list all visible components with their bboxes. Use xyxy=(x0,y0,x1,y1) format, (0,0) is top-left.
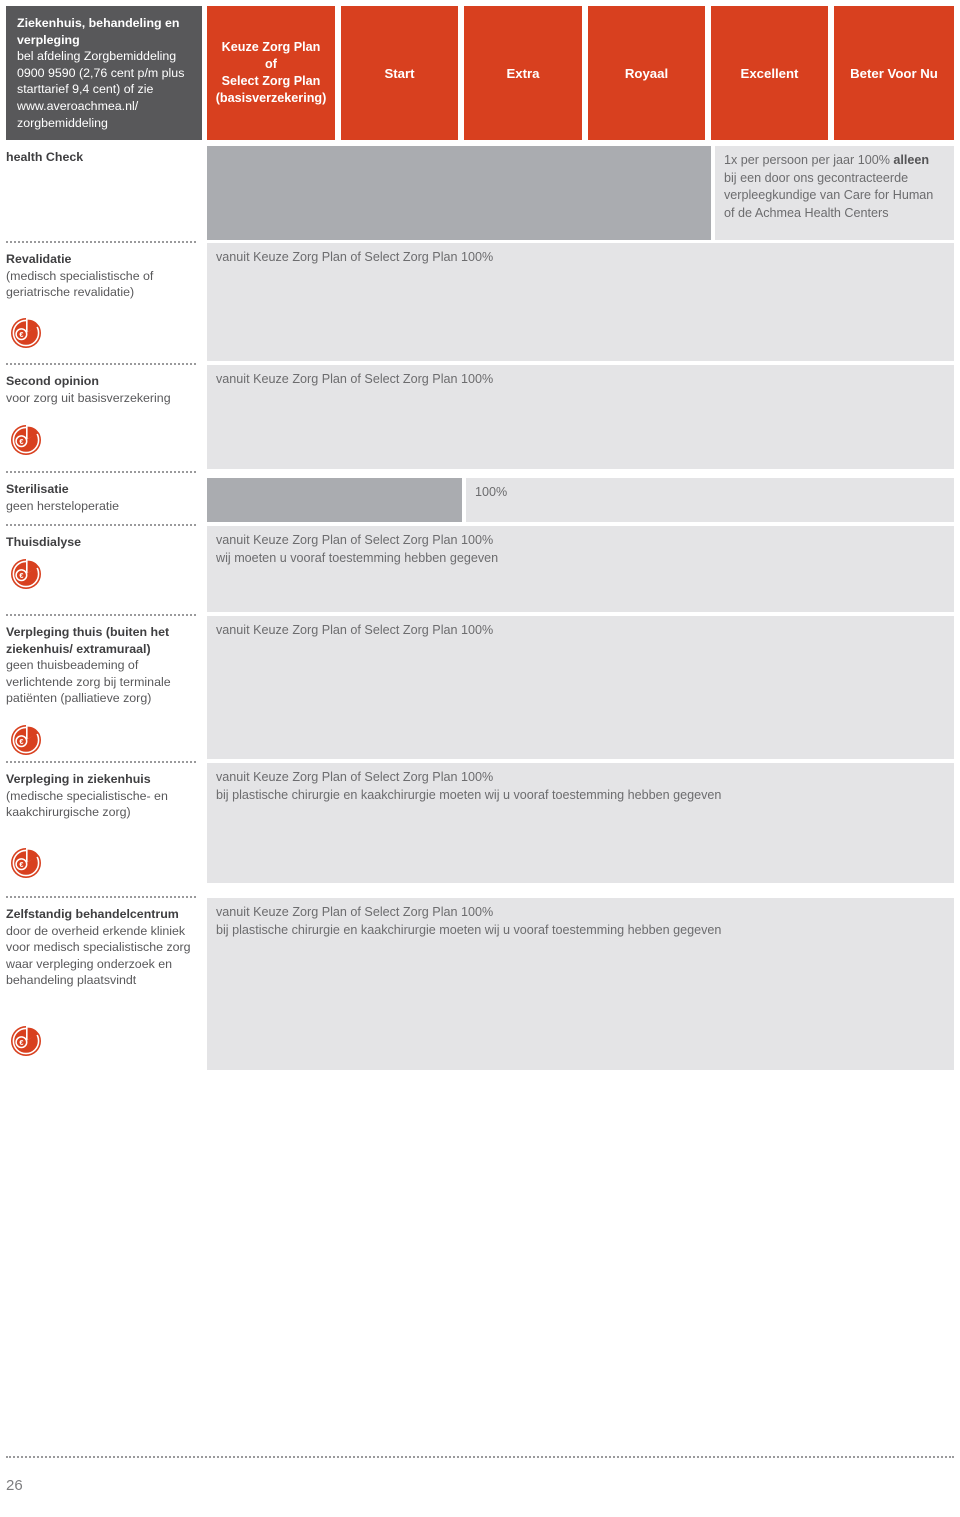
row-subtitle: geen thuisbeademing of verlichtende zorg… xyxy=(6,658,171,706)
euro-pie-icon: € xyxy=(11,847,41,878)
euro-pie-icon: € xyxy=(11,558,41,589)
row-title: Verpleging in ziekenhuis xyxy=(6,772,151,786)
row-subtitle: geen hersteloperatie xyxy=(6,498,119,513)
svg-text:€: € xyxy=(19,737,23,746)
euro-pie-icon: € xyxy=(11,1025,41,1056)
cell-verpleging-in-ziekenhuis-value: vanuit Keuze Zorg Plan of Select Zorg Pl… xyxy=(207,763,954,883)
cell-text-line-1: vanuit Keuze Zorg Plan of Select Zorg Pl… xyxy=(216,905,494,919)
header-title-contact: bel afdeling Zorgbemiddeling 0900 9590 (… xyxy=(17,49,185,130)
column-header-excellent[interactable]: Excellent xyxy=(711,6,828,140)
row-divider xyxy=(6,363,196,365)
svg-text:€: € xyxy=(19,437,23,446)
column-header-label: Keuze Zorg Plan of Select Zorg Plan (bas… xyxy=(215,40,327,105)
cell-thuisdialyse-value: vanuit Keuze Zorg Plan of Select Zorg Pl… xyxy=(207,526,954,612)
cell-text: vanuit Keuze Zorg Plan of Select Zorg Pl… xyxy=(207,763,954,804)
column-header-beter-voor-nu[interactable]: Beter Voor Nu xyxy=(834,6,954,140)
euro-pie-icon: € xyxy=(11,317,41,348)
row-label-verpleging-thuis: Verpleging thuis (buiten het ziekenhuis/… xyxy=(6,621,202,707)
row-divider xyxy=(6,241,196,243)
row-title: Revalidatie xyxy=(6,252,72,266)
header-title-line1: Ziekenhuis, behandeling en xyxy=(17,16,180,30)
row-divider xyxy=(6,761,196,763)
row-label-thuisdialyse: Thuisdialyse xyxy=(6,531,202,551)
svg-text:€: € xyxy=(19,571,23,580)
cell-text: 1x per persoon per jaar 100% alleen bij … xyxy=(715,146,954,222)
cell-verpleging-thuis-value: vanuit Keuze Zorg Plan of Select Zorg Pl… xyxy=(207,616,954,759)
row-subtitle: (medische specialistische- en kaakchirur… xyxy=(6,788,168,820)
row-label-health-check: health Check xyxy=(6,146,202,166)
row-title: Second opinion xyxy=(6,374,99,388)
cell-text-line-2: bij plastische chirurgie en kaakchirurgi… xyxy=(216,787,722,802)
row-label-second-opinion: Second opinion voor zorg uit basisverzek… xyxy=(6,370,202,406)
cell-text: 100% xyxy=(475,485,508,499)
cell-text: vanuit Keuze Zorg Plan of Select Zorg Pl… xyxy=(216,372,494,386)
cell-sterilisatie-plans-blocked xyxy=(207,478,462,522)
cell-text-line-1: vanuit Keuze Zorg Plan of Select Zorg Pl… xyxy=(216,770,494,784)
cell-health-check-beter-voor-nu: 1x per persoon per jaar 100% alleen bij … xyxy=(715,146,954,240)
row-divider xyxy=(6,471,196,473)
row-divider xyxy=(6,614,196,616)
row-divider xyxy=(6,896,196,898)
column-header-label: Extra xyxy=(506,65,540,81)
cell-text: vanuit Keuze Zorg Plan of Select Zorg Pl… xyxy=(207,898,954,939)
row-title: Zelfstandig behandelcentrum xyxy=(6,907,179,921)
cell-zelfstandig-behandelcentrum-value: vanuit Keuze Zorg Plan of Select Zorg Pl… xyxy=(207,898,954,1070)
row-subtitle: voor zorg uit basisverzekering xyxy=(6,390,171,405)
svg-text:€: € xyxy=(19,1038,23,1047)
column-header-extra[interactable]: Extra xyxy=(464,6,582,140)
cell-text: vanuit Keuze Zorg Plan of Select Zorg Pl… xyxy=(216,623,494,637)
cell-revalidatie-value: vanuit Keuze Zorg Plan of Select Zorg Pl… xyxy=(207,243,954,361)
cell-text: vanuit Keuze Zorg Plan of Select Zorg Pl… xyxy=(216,250,494,264)
row-title: Thuisdialyse xyxy=(6,535,82,549)
header-title-block: Ziekenhuis, behandeling en verpleging be… xyxy=(6,6,202,140)
column-header-royaal[interactable]: Royaal xyxy=(588,6,705,140)
cell-sterilisatie-value: 100% xyxy=(466,478,954,522)
page-number: 26 xyxy=(6,1477,23,1494)
header-title-line2: verpleging xyxy=(17,32,80,47)
column-header-start[interactable]: Start xyxy=(341,6,458,140)
euro-pie-icon: € xyxy=(11,724,41,755)
row-label-revalidatie: Revalidatie (medisch specialistische of … xyxy=(6,248,202,301)
cell-second-opinion-value: vanuit Keuze Zorg Plan of Select Zorg Pl… xyxy=(207,365,954,469)
cell-text-part-2: bij een door ons gecontracteerde verplee… xyxy=(724,170,934,220)
footer-divider xyxy=(6,1456,954,1458)
cell-text-line-1: vanuit Keuze Zorg Plan of Select Zorg Pl… xyxy=(216,533,494,547)
cell-text-line-2: wij moeten u vooraf toestemming hebben g… xyxy=(216,550,499,565)
brochure-page: Ziekenhuis, behandeling en verpleging be… xyxy=(0,0,960,1517)
row-label-verpleging-in-ziekenhuis: Verpleging in ziekenhuis (medische speci… xyxy=(6,768,202,821)
cell-health-check-plans-blocked xyxy=(207,146,711,240)
column-header-keuze-select-zorg-plan[interactable]: Keuze Zorg Plan of Select Zorg Plan (bas… xyxy=(207,6,335,140)
column-header-label: Royaal xyxy=(624,65,669,81)
row-label-sterilisatie: Sterilisatie geen hersteloperatie xyxy=(6,478,202,514)
row-subtitle: (medisch specialistische of geriatrische… xyxy=(6,268,154,300)
cell-text-part-1: 1x per persoon per jaar 100% xyxy=(724,153,894,167)
row-label-zelfstandig-behandelcentrum: Zelfstandig behandelcentrum door de over… xyxy=(6,903,202,989)
row-subtitle: door de overheid erkende kliniek voor me… xyxy=(6,923,191,988)
row-title: Verpleging thuis (buiten het ziekenhuis/… xyxy=(6,625,170,656)
column-header-label: Start xyxy=(384,65,415,81)
row-divider xyxy=(6,524,196,526)
column-header-label: Excellent xyxy=(740,65,799,81)
cell-text: vanuit Keuze Zorg Plan of Select Zorg Pl… xyxy=(207,526,954,567)
euro-pie-icon: € xyxy=(11,424,41,455)
column-header-label: Beter Voor Nu xyxy=(850,65,938,81)
cell-text-line-2: bij plastische chirurgie en kaakchirurgi… xyxy=(216,922,722,937)
cell-text-bold: alleen xyxy=(893,153,930,167)
row-title: health Check xyxy=(6,150,84,164)
row-title: Sterilisatie xyxy=(6,482,69,496)
svg-text:€: € xyxy=(19,330,23,339)
svg-text:€: € xyxy=(19,860,23,869)
